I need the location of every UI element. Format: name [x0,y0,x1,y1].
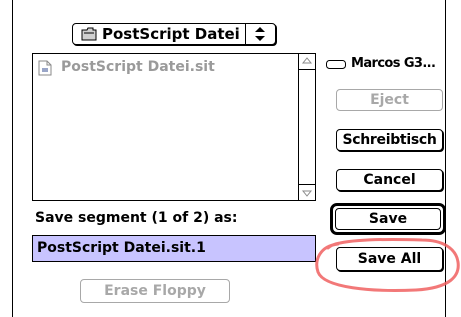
folder-icon [81,27,97,41]
list-item[interactable]: PostScript Datei.sit [37,58,292,76]
save-all-button[interactable]: Save All [336,247,443,271]
location-popup-menu[interactable]: PostScript Datei [72,23,276,45]
dialog-left-border [12,0,13,317]
scroll-up-button[interactable] [299,54,315,70]
scroll-up-arrow-icon [301,57,313,64]
save-prompt-label: Save segment (1 of 2) as: [35,210,238,226]
dialog-right-border [445,0,446,317]
location-popup-label: PostScript Datei [102,25,240,43]
save-button[interactable]: Save [335,208,441,230]
erase-floppy-button[interactable]: Erase Floppy [80,279,230,303]
hard-disk-icon [326,60,346,69]
scroll-down-button[interactable] [299,184,315,200]
document-icon [38,60,52,76]
cancel-button[interactable]: Cancel [336,169,443,191]
file-name: PostScript Datei.sit [61,59,215,75]
filename-input[interactable]: PostScript Datei.sit.1 [32,235,316,262]
disk-name: Marcos G3... [351,56,436,71]
up-down-arrows-icon [255,27,265,41]
file-list[interactable]: PostScript Datei.sit [32,53,316,201]
popup-divider [245,24,246,44]
disk-indicator: Marcos G3... [326,56,444,72]
scroll-down-arrow-icon [301,190,313,197]
eject-button[interactable]: Eject [336,89,443,111]
desktop-button[interactable]: Schreibtisch [336,129,443,151]
list-scrollbar[interactable] [298,54,315,200]
save-dialog: PostScript Datei PostScript Datei.sit Ma… [0,0,461,317]
